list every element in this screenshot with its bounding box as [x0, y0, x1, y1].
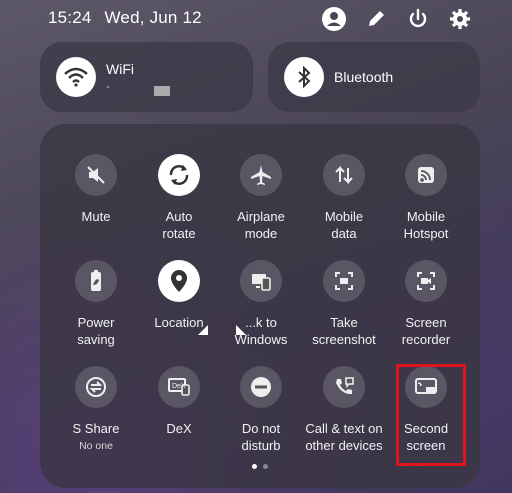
page-dot[interactable]	[263, 464, 268, 469]
settings-icon[interactable]	[446, 5, 474, 33]
s-share-icon	[75, 366, 117, 408]
tile-call-text[interactable]: Call & text on other devices	[299, 366, 389, 454]
wifi-network: -	[106, 81, 110, 93]
tile-label: Call & text on other devices	[305, 421, 383, 453]
tile-label: Power saving	[77, 315, 115, 347]
bluetooth-icon	[284, 57, 324, 97]
tile-mobile-data[interactable]: Mobile data	[299, 154, 389, 242]
tile-label: Mobile Hotspot	[403, 209, 449, 241]
tile-hotspot[interactable]: Mobile Hotspot	[381, 154, 471, 242]
status-time: 15:24	[48, 8, 92, 27]
status-bar: 15:24 Wed, Jun 12	[48, 8, 210, 28]
svg-text:DeX: DeX	[172, 383, 186, 390]
mute-icon	[75, 154, 117, 196]
tile-power-saving[interactable]: Power saving	[51, 260, 141, 348]
screenshot-icon	[323, 260, 365, 302]
location-icon	[158, 260, 200, 302]
dex-icon: DeX	[158, 366, 200, 408]
tile-label: Auto rotate	[162, 209, 196, 241]
status-date: Wed, Jun 12	[104, 8, 202, 27]
user-icon[interactable]	[320, 5, 348, 33]
tile-label: Location	[154, 315, 204, 330]
tile-location[interactable]: Location	[134, 260, 224, 331]
expand-indicator-icon	[236, 325, 246, 335]
tile-do-not-disturb[interactable]: Do not disturb	[216, 366, 306, 454]
tile-label: Mute	[81, 209, 111, 224]
tile-dex[interactable]: DeX DeX	[134, 366, 224, 437]
call-text-icon	[323, 366, 365, 408]
tile-label: DeX	[166, 421, 192, 436]
expand-indicator-icon	[198, 325, 208, 335]
link-windows-icon	[240, 260, 282, 302]
tile-label: Mobile data	[324, 209, 364, 241]
tile-mute[interactable]: Mute	[51, 154, 141, 225]
tile-airplane[interactable]: Airplane mode	[216, 154, 306, 242]
wifi-label: WiFi	[106, 61, 134, 77]
wifi-network-redacted	[154, 86, 170, 96]
page-dot[interactable]	[252, 464, 257, 469]
tile-label: Take screenshot	[312, 315, 376, 347]
wifi-tile[interactable]: WiFi -	[40, 42, 253, 112]
top-actions	[320, 5, 474, 33]
tile-link-windows[interactable]: ...k to Windows	[216, 260, 306, 348]
bluetooth-tile[interactable]: Bluetooth	[268, 42, 480, 112]
power-saving-icon	[75, 260, 117, 302]
tile-screenshot[interactable]: Take screenshot	[299, 260, 389, 348]
tile-auto-rotate[interactable]: Auto rotate	[134, 154, 224, 242]
tile-label: Airplane mode	[237, 209, 285, 241]
auto-rotate-icon	[158, 154, 200, 196]
tile-label: ...k to Windows	[234, 315, 288, 347]
tile-label: Screen recorder	[401, 315, 451, 347]
power-icon[interactable]	[404, 5, 432, 33]
tile-s-share[interactable]: S Share No one	[51, 366, 141, 452]
edit-icon[interactable]	[362, 5, 390, 33]
highlight-box	[396, 364, 466, 466]
airplane-icon	[240, 154, 282, 196]
screen-recorder-icon	[405, 260, 447, 302]
wifi-icon	[56, 57, 96, 97]
tile-label: Do not disturb	[241, 421, 281, 453]
tile-label: S Share	[72, 421, 120, 436]
tile-sublabel: No one	[79, 440, 113, 452]
mobile-data-icon	[323, 154, 365, 196]
do-not-disturb-icon	[240, 366, 282, 408]
tile-screen-recorder[interactable]: Screen recorder	[381, 260, 471, 348]
page-indicator	[252, 464, 268, 469]
bluetooth-label: Bluetooth	[334, 69, 394, 85]
hotspot-icon	[405, 154, 447, 196]
